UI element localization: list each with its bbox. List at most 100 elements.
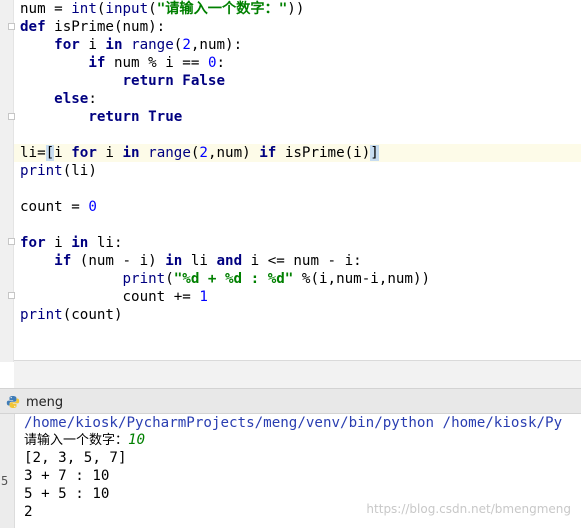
run-panel-header: meng — [0, 388, 581, 414]
code-token: isPrime(i) — [276, 145, 371, 161]
code-token: i — [45, 235, 72, 251]
code-token: in — [122, 145, 140, 161]
code-token: isPrime(num): — [45, 19, 166, 35]
code-token: else — [54, 91, 89, 107]
code-token: int — [71, 1, 97, 17]
code-token: ( — [165, 271, 174, 287]
code-line[interactable]: for i in range(2,num): — [20, 36, 242, 54]
console-output-line: 3 + 7 : 10 — [24, 468, 110, 484]
code-line[interactable]: count = 0 — [20, 198, 97, 216]
code-line[interactable]: return False — [20, 72, 226, 90]
editor-bottom-strip — [14, 360, 581, 389]
python-icon — [6, 396, 20, 408]
code-token: 0 — [88, 199, 97, 215]
editor-gutter — [0, 0, 15, 362]
code-token: num % i == — [105, 55, 208, 71]
code-line[interactable]: for i in li: — [20, 234, 123, 252]
code-token: %(i,num-i,num)) — [293, 271, 431, 287]
code-token: return — [88, 109, 140, 125]
code-line[interactable]: print(count) — [20, 306, 123, 324]
code-token: print — [20, 307, 63, 323]
fold-marker-icon[interactable] — [8, 292, 15, 299]
code-token: i — [96, 145, 123, 161]
console-command-line: /home/kiosk/PycharmProjects/meng/venv/bi… — [24, 415, 563, 431]
code-token: count += — [20, 289, 200, 305]
console-prompt: 请输入一个数字： — [24, 433, 129, 448]
code-token: li= — [20, 145, 46, 161]
code-token: (count) — [62, 307, 123, 323]
console-gutter: 5 — [0, 414, 15, 528]
code-token: if — [259, 145, 277, 161]
code-token: in — [71, 235, 89, 251]
code-token: : — [216, 55, 226, 71]
code-token: def — [20, 19, 46, 35]
run-tab[interactable]: meng — [6, 392, 63, 412]
fold-marker-icon[interactable] — [8, 23, 15, 30]
code-line[interactable]: print(li) — [20, 162, 97, 180]
code-token: num = — [20, 1, 72, 17]
fold-marker-icon[interactable] — [8, 238, 15, 245]
code-line[interactable]: if num % i == 0: — [20, 54, 225, 72]
code-line[interactable]: else: — [20, 90, 97, 108]
code-token: )) — [287, 1, 305, 17]
code-token: 2 — [199, 145, 208, 161]
code-token: [ — [45, 145, 55, 161]
code-token: True — [148, 109, 183, 125]
code-token: if — [54, 253, 72, 269]
fold-marker-icon[interactable] — [8, 113, 15, 120]
console-output-line: 2 — [24, 504, 33, 520]
code-token: (li) — [62, 163, 97, 179]
code-token: input — [105, 1, 149, 17]
code-token: "请输入一个数字：" — [156, 1, 288, 17]
code-token: li — [182, 253, 217, 269]
code-editor[interactable]: num = int(input("请输入一个数字：")) def isPrime(… — [0, 0, 581, 389]
code-token: False — [182, 73, 226, 89]
code-line[interactable]: return True — [20, 108, 182, 126]
code-line[interactable]: def isPrime(num): — [20, 18, 165, 36]
code-token: ] — [370, 145, 379, 161]
code-token: 2 — [182, 37, 191, 53]
console-output-line: [2, 3, 5, 7] — [24, 450, 127, 466]
code-line[interactable]: print("%d + %d : %d" %(i,num-i,num)) — [20, 270, 431, 288]
code-token: in — [105, 37, 123, 53]
code-token: in — [165, 253, 183, 269]
code-token: if — [88, 55, 106, 71]
watermark: https://blog.csdn.net/bmengmeng — [366, 502, 571, 516]
code-token: 1 — [199, 289, 208, 305]
code-token: count = — [20, 199, 89, 215]
code-line[interactable]: if (num - i) in li and i <= num - i: — [20, 252, 362, 270]
code-token: i — [79, 37, 106, 53]
code-token: for — [54, 37, 80, 53]
console-user-input: 10 — [128, 432, 146, 448]
code-line[interactable]: count += 1 — [20, 288, 208, 306]
run-tab-label: meng — [26, 394, 64, 410]
code-token: : — [88, 91, 97, 107]
console-output-line: 5 + 5 : 10 — [24, 486, 110, 502]
code-token: "%d + %d : %d" — [173, 271, 294, 287]
code-token: print — [122, 271, 166, 287]
console-gutter-digit: 5 — [1, 474, 9, 488]
code-token: ,num): — [190, 37, 243, 53]
code-token: (num - i) — [71, 253, 166, 269]
console-prompt-line: 请输入一个数字：10 — [24, 431, 145, 449]
code-token: for — [71, 145, 97, 161]
code-line[interactable]: num = int(input("请输入一个数字：")) — [20, 0, 304, 18]
code-line[interactable]: li=[i for i in range(2,num) if isPrime(i… — [20, 144, 379, 162]
code-token: print — [20, 163, 63, 179]
code-token: i — [54, 145, 72, 161]
code-token: for — [20, 235, 46, 251]
code-token: range — [148, 145, 191, 161]
code-token: ( — [148, 1, 157, 17]
code-token: range — [131, 37, 174, 53]
